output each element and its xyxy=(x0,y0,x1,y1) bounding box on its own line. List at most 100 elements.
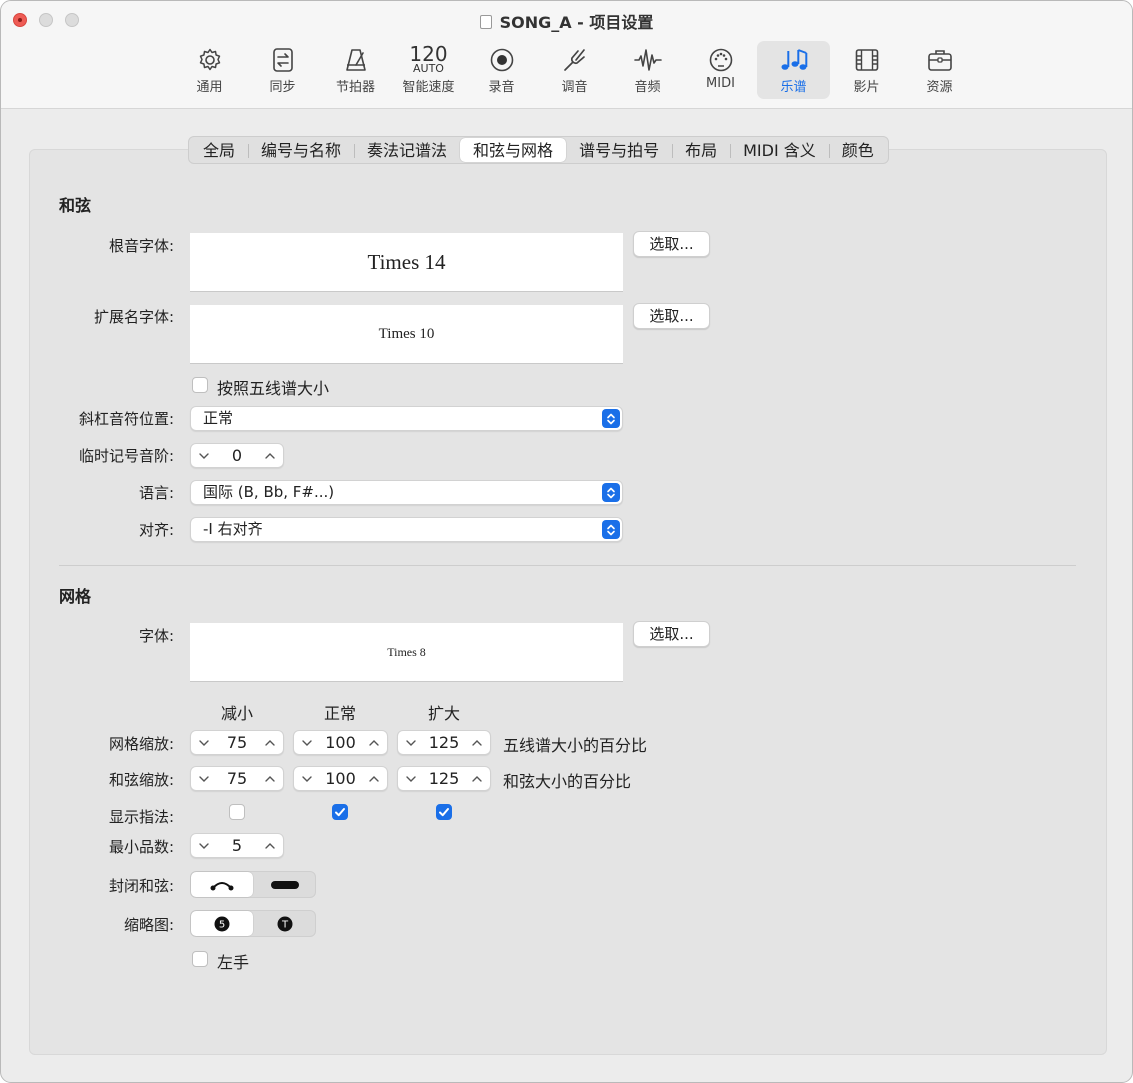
chevron-up-icon[interactable] xyxy=(262,838,278,854)
chevron-down-icon[interactable] xyxy=(403,771,419,787)
updown-chevron-icon xyxy=(602,409,620,428)
chord-scale-normal-value: 100 xyxy=(325,769,356,788)
tab-global[interactable]: 全局 xyxy=(190,138,248,162)
chevron-down-icon[interactable] xyxy=(196,735,212,751)
extension-font-preview: Times 10 xyxy=(190,305,623,364)
thumbnail-option-5[interactable]: 5 xyxy=(191,911,253,936)
scale-with-staff-checkbox[interactable] xyxy=(192,377,208,393)
toolbar-item-assets[interactable]: 资源 xyxy=(903,41,976,99)
chevron-up-icon[interactable] xyxy=(262,735,278,751)
toolbar-item-sync[interactable]: 同步 xyxy=(246,41,319,99)
grid-scale-reduced-stepper[interactable]: 75 xyxy=(190,730,284,755)
grid-scale-label: 网格缩放: xyxy=(108,735,174,753)
slash-position-label: 斜杠音符位置: xyxy=(78,410,174,428)
chevron-down-icon[interactable] xyxy=(196,838,212,854)
toolbar-item-smart-tempo[interactable]: 120 AUTO 智能速度 xyxy=(392,41,465,99)
chevron-up-icon[interactable] xyxy=(366,735,382,751)
chord-scale-enlarged-stepper[interactable]: 125 xyxy=(397,766,491,791)
min-frets-stepper[interactable]: 5 xyxy=(190,833,284,858)
toolbar-label-movie: 影片 xyxy=(853,80,880,95)
align-label: 对齐: xyxy=(138,521,174,539)
briefcase-icon xyxy=(903,45,976,75)
language-select[interactable]: 国际 (B, Bb, F#...) xyxy=(190,480,623,505)
section-divider xyxy=(59,565,1076,566)
grid-section-title: 网格 xyxy=(59,587,92,606)
grid-scale-enlarged-value: 125 xyxy=(428,733,460,752)
toolbar-item-record[interactable]: 录音 xyxy=(465,41,538,99)
chevron-up-icon[interactable] xyxy=(262,771,278,787)
chevron-down-icon[interactable] xyxy=(403,735,419,751)
svg-text:5: 5 xyxy=(219,919,225,930)
slash-position-value: 正常 xyxy=(203,409,234,427)
toolbar-item-general[interactable]: 通用 xyxy=(173,41,246,99)
tab-colors[interactable]: 颜色 xyxy=(828,138,887,162)
sync-icon xyxy=(246,45,319,75)
grid-scale-enlarged-stepper[interactable]: 125 xyxy=(397,730,491,755)
barre-bar-option[interactable] xyxy=(254,872,316,897)
extension-font-choose-button[interactable]: 选取... xyxy=(633,303,710,329)
toolbar-label-tuning: 调音 xyxy=(561,80,588,95)
chevron-up-icon[interactable] xyxy=(469,735,485,751)
closed-chords-segmented-control xyxy=(190,871,316,898)
toolbar-label-midi: MIDI xyxy=(706,76,735,91)
document-icon xyxy=(479,15,492,29)
toolbar-label-smart-tempo: 智能速度 xyxy=(402,80,455,95)
grid-scale-normal-stepper[interactable]: 100 xyxy=(293,730,388,755)
show-fingering-enlarged-checkbox[interactable] xyxy=(436,804,452,820)
chord-scale-reduced-value: 75 xyxy=(226,769,248,788)
settings-tab-bar: 全局 编号与名称 奏法记谱法 和弦与网格 谱号与拍号 布局 MIDI 含义 颜色 xyxy=(188,136,889,164)
root-font-label: 根音字体: xyxy=(108,237,174,255)
tab-midi-meaning[interactable]: MIDI 含义 xyxy=(730,138,829,162)
left-hand-checkbox[interactable] xyxy=(192,951,208,967)
waveform-icon xyxy=(611,45,684,75)
min-frets-label: 最小品数: xyxy=(108,838,174,856)
chevron-down-icon[interactable] xyxy=(196,771,212,787)
toolbar-item-tuning[interactable]: 调音 xyxy=(538,41,611,99)
language-value: 国际 (B, Bb, F#...) xyxy=(203,483,335,501)
chevron-up-icon[interactable] xyxy=(366,771,382,787)
show-fingering-normal-checkbox[interactable] xyxy=(332,804,348,820)
toolbar-item-movie[interactable]: 影片 xyxy=(830,41,903,99)
chevron-down-icon[interactable] xyxy=(196,448,212,464)
show-fingering-reduced-checkbox[interactable] xyxy=(229,804,245,820)
toolbar-item-audio[interactable]: 音频 xyxy=(611,41,684,99)
tab-notation[interactable]: 奏法记谱法 xyxy=(354,138,460,162)
barre-curve-option[interactable] xyxy=(191,872,253,897)
chord-scale-normal-stepper[interactable]: 100 xyxy=(293,766,388,791)
chevron-up-icon[interactable] xyxy=(262,448,278,464)
chord-scale-reduced-stepper[interactable]: 75 xyxy=(190,766,284,791)
toolbar-item-metronome[interactable]: 节拍器 xyxy=(319,41,392,99)
chevron-down-icon[interactable] xyxy=(299,735,315,751)
show-fingering-label: 显示指法: xyxy=(108,808,174,826)
tab-chords-grids[interactable]: 和弦与网格 xyxy=(460,138,567,162)
root-font-choose-button[interactable]: 选取... xyxy=(633,231,710,257)
toolbar-item-midi[interactable]: MIDI xyxy=(684,41,757,99)
grid-scale-hint: 五线谱大小的百分比 xyxy=(503,736,648,755)
align-value: -I 右对齐 xyxy=(203,520,263,538)
tab-layout[interactable]: 布局 xyxy=(672,138,730,162)
toolbar-label-record: 录音 xyxy=(488,80,515,95)
checkmark-icon xyxy=(439,808,449,817)
updown-chevron-icon xyxy=(602,520,620,539)
align-select[interactable]: -I 右对齐 xyxy=(190,517,623,542)
chevron-down-icon[interactable] xyxy=(299,771,315,787)
scale-with-staff-label: 按照五线谱大小 xyxy=(217,379,330,398)
thumbnail-option-t[interactable]: T xyxy=(254,911,316,936)
chevron-up-icon[interactable] xyxy=(469,771,485,787)
chords-section-title: 和弦 xyxy=(59,196,92,215)
grid-scale-reduced-value: 75 xyxy=(226,733,248,752)
gear-icon xyxy=(173,45,246,75)
tab-clefs-signatures[interactable]: 谱号与拍号 xyxy=(566,138,672,162)
grid-font-choose-button[interactable]: 选取... xyxy=(633,621,710,647)
tuning-fork-icon xyxy=(538,45,611,75)
toolbar-label-score: 乐谱 xyxy=(780,80,807,95)
toolbar-item-score[interactable]: 乐谱 xyxy=(757,41,830,99)
slash-position-select[interactable]: 正常 xyxy=(190,406,623,431)
root-font-preview: Times 14 xyxy=(190,233,623,292)
tab-numbers-names[interactable]: 编号与名称 xyxy=(248,138,354,162)
checkmark-icon xyxy=(335,808,345,817)
tempo-value: 120 xyxy=(409,41,448,66)
accidental-stepper[interactable]: 0 xyxy=(190,443,284,468)
toolbar-label-sync: 同步 xyxy=(269,80,296,95)
smart-tempo-icon: 120 AUTO xyxy=(392,44,465,74)
